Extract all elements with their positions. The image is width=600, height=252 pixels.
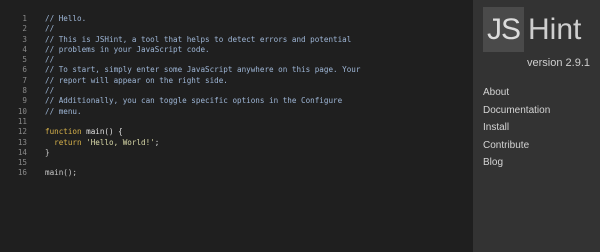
code-text: main();	[45, 168, 78, 178]
code-editor[interactable]: 1 // Hello. 2 // 3 // This is JSHint, a too…	[0, 0, 473, 252]
string-literal: 'Hello, World!'	[81, 137, 155, 147]
code-text: function main() {	[45, 127, 123, 137]
code-line: 4 // problems in your JavaScript code.	[0, 45, 473, 55]
line-number: 14	[17, 147, 27, 157]
line-number: 16	[17, 168, 27, 178]
line-number: 3	[22, 34, 27, 44]
line-number: 4	[22, 44, 27, 54]
version-label: version 2.9.1	[527, 57, 590, 69]
code-text: }	[45, 147, 50, 157]
comment-text: // To start, simply enter some JavaScrip…	[45, 65, 361, 75]
comment-text: // problems in your JavaScript code.	[45, 44, 210, 54]
line-number: 2	[22, 24, 27, 34]
statement-end: ;	[154, 137, 160, 147]
line-number: 1	[22, 14, 27, 23]
function-signature: main() {	[81, 127, 123, 137]
line-number: 13	[17, 137, 27, 147]
line-number: 7	[22, 75, 27, 85]
line-number: 9	[22, 96, 27, 106]
comment-text: // Hello.	[45, 14, 87, 23]
code-line: 1 // Hello.	[0, 14, 473, 24]
code-line: 10 // menu.	[0, 107, 473, 117]
code-line: 6 // To start, simply enter some JavaScri…	[0, 65, 473, 75]
keyword-return: return	[45, 137, 82, 147]
code-line: 3 // This is JSHint, a tool that helps to…	[0, 35, 473, 45]
logo-js-box: JS	[483, 7, 524, 52]
jshint-app: 1 // Hello. 2 // 3 // This is JSHint, a too…	[0, 0, 600, 252]
code-line: 5 //	[0, 55, 473, 65]
nav-link-about[interactable]: About	[483, 84, 550, 102]
code-text: return 'Hello, World!';	[45, 138, 159, 148]
comment-text: // This is JSHint, a tool that helps to …	[45, 34, 352, 44]
line-number: 10	[17, 106, 27, 116]
line-number: 12	[17, 127, 27, 137]
keyword-function: function	[45, 127, 82, 137]
comment-text: // report will appear on the right side.	[45, 75, 228, 85]
code-line: 13 return 'Hello, World!';	[0, 138, 473, 148]
line-number: 15	[17, 158, 27, 168]
code-line: 12 function main() {	[0, 127, 473, 137]
line-number: 11	[17, 116, 27, 126]
sidebar: JS Hint version 2.9.1 About Documentatio…	[473, 0, 600, 252]
line-number: 5	[22, 55, 27, 65]
line-number: 6	[22, 65, 27, 75]
code-line: 11	[0, 117, 473, 127]
comment-text: //	[45, 86, 55, 96]
sidebar-nav: About Documentation Install Contribute B…	[483, 84, 550, 172]
code-line: 14}	[0, 148, 473, 158]
nav-link-install[interactable]: Install	[483, 119, 550, 137]
nav-link-contribute[interactable]: Contribute	[483, 137, 550, 155]
code-line: 15	[0, 158, 473, 168]
line-number: 8	[22, 86, 27, 96]
comment-text: // menu.	[45, 106, 82, 116]
code-line: 7 // report will appear on the right side…	[0, 76, 473, 86]
code-line: 9 // Additionally, you can toggle specifi…	[0, 96, 473, 106]
code-line: 8 //	[0, 86, 473, 96]
nav-link-blog[interactable]: Blog	[483, 154, 550, 172]
code-line: 16 main();	[0, 168, 473, 178]
comment-text: // Additionally, you can toggle specific…	[45, 96, 343, 106]
comment-text: //	[45, 24, 55, 34]
jshint-logo[interactable]: JS Hint	[483, 7, 593, 52]
nav-link-documentation[interactable]: Documentation	[483, 102, 550, 120]
logo-hint-text: Hint	[528, 13, 582, 46]
comment-text: //	[45, 55, 55, 65]
code-line: 2 //	[0, 24, 473, 34]
